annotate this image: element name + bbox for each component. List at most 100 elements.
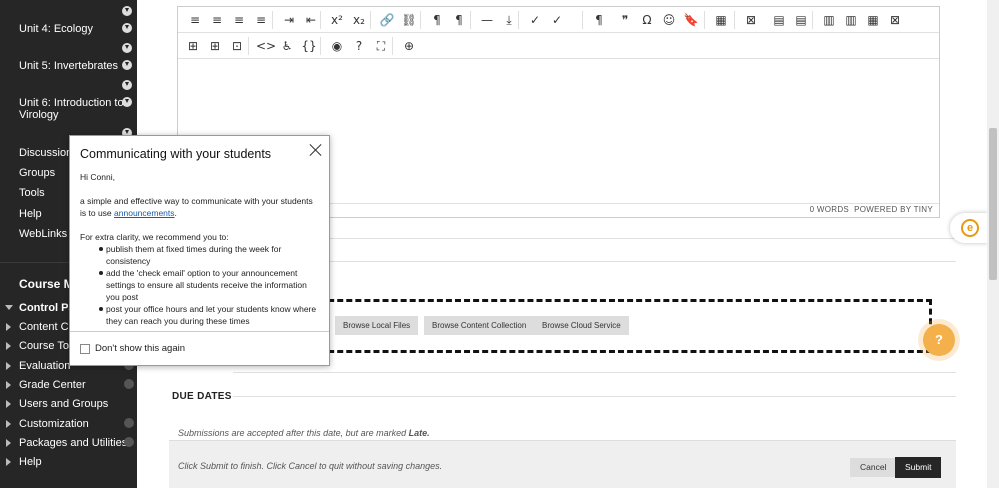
- sidebar-link-groups[interactable]: Groups: [19, 167, 55, 179]
- sidebar-link-help[interactable]: Help: [19, 208, 42, 220]
- table-delete-col-icon[interactable]: ⊠: [886, 11, 904, 29]
- chevron-down-icon[interactable]: [122, 60, 132, 70]
- close-icon[interactable]: [308, 142, 324, 158]
- chevron-down-icon[interactable]: [122, 6, 132, 16]
- help-icon[interactable]: ?: [350, 37, 368, 55]
- list-item: publish them at fixed times during the w…: [95, 243, 321, 267]
- dialog-recommend: For extra clarity, we recommend you to:: [80, 232, 229, 242]
- align-right-icon[interactable]: ≡: [230, 11, 248, 29]
- table-row-after-icon[interactable]: ▤: [792, 11, 810, 29]
- powered-by-tiny[interactable]: POWERED BY TINY: [854, 205, 933, 214]
- toolbar-separator: [734, 11, 735, 29]
- table-icon[interactable]: ▦: [712, 11, 730, 29]
- expand-icon[interactable]: [124, 379, 134, 389]
- hr-icon[interactable]: —: [478, 11, 496, 29]
- indent-icon[interactable]: ⇥: [280, 11, 298, 29]
- add-content-icon[interactable]: ⊕: [400, 37, 418, 55]
- table-col-after-icon[interactable]: ▥: [842, 11, 860, 29]
- triangle-right-icon: [6, 323, 11, 331]
- table-row-props-icon[interactable]: ⊞: [184, 37, 202, 55]
- table-col-before-icon[interactable]: ▥: [820, 11, 838, 29]
- announcements-link[interactable]: announcements: [114, 208, 175, 218]
- table-delete-icon[interactable]: ⊠: [742, 11, 760, 29]
- dialog-intro-suffix: .: [174, 208, 177, 218]
- cancel-button[interactable]: Cancel: [850, 458, 897, 477]
- dialog-intro: a simple and effective way to communicat…: [80, 195, 320, 219]
- submit-instructions: Click Submit to finish. Click Cancel to …: [178, 461, 443, 471]
- source-code-icon[interactable]: {}: [300, 37, 318, 55]
- chevron-down-icon[interactable]: [122, 80, 132, 90]
- sidebar-link-tools[interactable]: Tools: [19, 187, 45, 199]
- rtl-icon[interactable]: ¶: [450, 11, 468, 29]
- align-center-icon[interactable]: ≡: [208, 11, 226, 29]
- toolbar-separator: [248, 37, 249, 55]
- chevron-down-icon[interactable]: [122, 23, 132, 33]
- triangle-down-icon: [5, 305, 13, 310]
- paragraph-icon[interactable]: ¶: [590, 11, 608, 29]
- preview-icon[interactable]: ◉: [328, 37, 346, 55]
- browse-local-files-button[interactable]: Browse Local Files: [335, 316, 419, 335]
- blockquote-icon[interactable]: ❞: [616, 11, 634, 29]
- toolbar-separator: [812, 11, 813, 29]
- scrollbar-thumb[interactable]: [989, 128, 997, 280]
- word-count-value: 0 WORDS: [809, 205, 850, 214]
- browse-cloud-service-button[interactable]: Browse Cloud Service: [534, 316, 629, 335]
- chevron-down-icon[interactable]: [122, 43, 132, 53]
- superscript-icon[interactable]: x²: [328, 11, 346, 29]
- accessibility-check-icon[interactable]: ✓: [548, 11, 566, 29]
- triangle-right-icon: [6, 381, 11, 389]
- align-left-icon[interactable]: ≡: [186, 11, 204, 29]
- subscript-icon[interactable]: x₂: [350, 11, 368, 29]
- table-cell-props-icon[interactable]: ⊞: [206, 37, 224, 55]
- toolbar-separator: [320, 11, 321, 29]
- align-justify-icon[interactable]: ≡: [252, 11, 270, 29]
- sidebar-unit-toggle-row: [0, 43, 137, 55]
- toolbar-separator: [320, 37, 321, 55]
- side-widget[interactable]: e: [950, 213, 988, 243]
- insert-icon[interactable]: ⤓: [500, 11, 518, 29]
- sidebar-item-label: Users and Groups: [19, 398, 109, 410]
- table-merge-icon[interactable]: ⊡: [228, 37, 246, 55]
- editor-toolbar-row-1: ≡ ≡ ≡ ≡ ⇥ ⇤ x² x₂ 🔗 ⛓ ¶ ¶ — ⤓ ✓ ✓ ¶ ❞ Ω ☺ 🔖 ▦ ⊠ ▤ ▤ ▥ ▥ ▦ ⊠: [178, 7, 939, 33]
- triangle-right-icon: [6, 420, 11, 428]
- sidebar-item-label: Customization: [19, 418, 89, 430]
- sidebar-link-weblinks[interactable]: WebLinks: [19, 228, 67, 240]
- triangle-right-icon: [6, 342, 11, 350]
- toolbar-separator: [582, 11, 583, 29]
- table-row-before-icon[interactable]: ▤: [770, 11, 788, 29]
- sidebar-item-label: Evaluation: [19, 360, 71, 372]
- emoji-icon[interactable]: ☺: [660, 11, 678, 29]
- accessibility-icon[interactable]: ♿: [278, 37, 296, 55]
- code-icon[interactable]: <>: [256, 37, 276, 55]
- toolbar-separator: [518, 11, 519, 29]
- dont-show-label[interactable]: Don't show this again: [95, 343, 185, 354]
- sidebar-unit-6[interactable]: Unit 6: Introduction to: [0, 97, 137, 109]
- ltr-icon[interactable]: ¶: [428, 11, 446, 29]
- special-char-icon[interactable]: Ω: [638, 11, 656, 29]
- outdent-icon[interactable]: ⇤: [302, 11, 320, 29]
- sidebar-unit-label: Virology: [19, 109, 59, 121]
- word-count: 0 WORDS POWERED BY TINY: [810, 205, 933, 214]
- bookmark-icon[interactable]: 🔖: [682, 11, 700, 29]
- dont-show-checkbox[interactable]: [80, 344, 90, 354]
- sidebar-unit-5[interactable]: Unit 5: Invertebrates: [0, 60, 137, 72]
- toolbar-separator: [704, 11, 705, 29]
- spellcheck-icon[interactable]: ✓: [526, 11, 544, 29]
- link-icon[interactable]: 🔗: [378, 11, 396, 29]
- widget-logo-icon: e: [961, 219, 979, 237]
- toolbar-separator: [272, 11, 273, 29]
- expand-icon[interactable]: [124, 418, 134, 428]
- late-note-text: Submissions are accepted after this date…: [178, 428, 409, 438]
- expand-icon[interactable]: [124, 437, 134, 447]
- chevron-down-icon[interactable]: [122, 97, 132, 107]
- toolbar-separator: [392, 37, 393, 55]
- table-insert-col-icon[interactable]: ▦: [864, 11, 882, 29]
- toolbar-separator: [370, 11, 371, 29]
- unlink-icon[interactable]: ⛓: [400, 11, 418, 29]
- sidebar-unit-toggle[interactable]: [0, 6, 137, 18]
- page-scrollbar[interactable]: [987, 0, 999, 488]
- submit-button[interactable]: Submit: [895, 457, 942, 478]
- browse-content-collection-button[interactable]: Browse Content Collection: [424, 316, 535, 335]
- help-button[interactable]: ?: [923, 324, 955, 356]
- fullscreen-icon[interactable]: ⛶: [372, 37, 390, 55]
